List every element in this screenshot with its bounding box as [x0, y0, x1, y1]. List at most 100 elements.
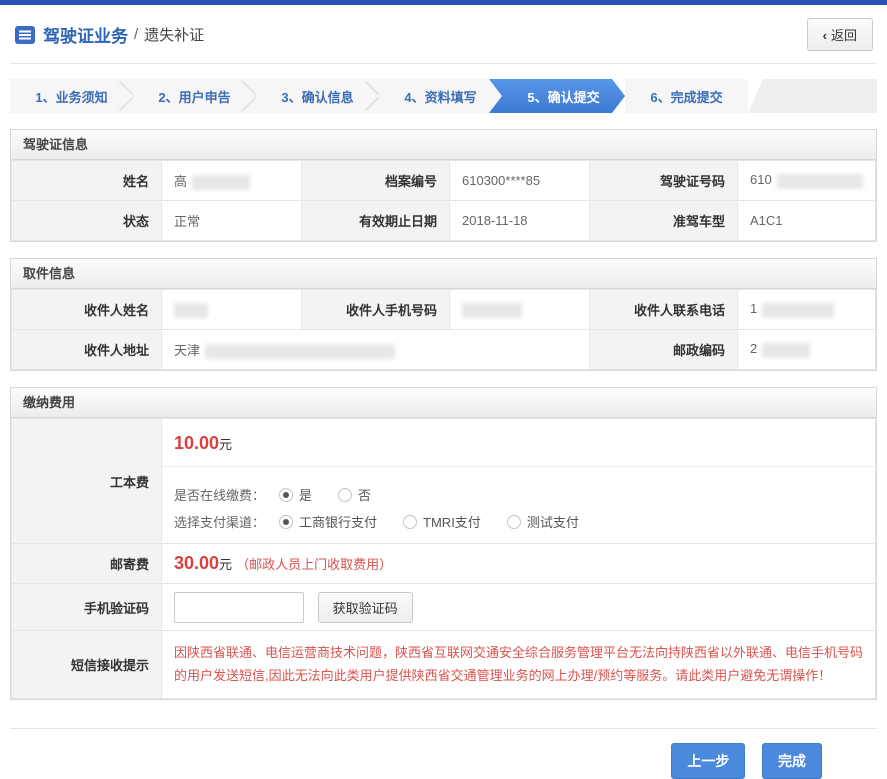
table-row: 收件人地址 天津 邮政编码 2 [12, 330, 876, 370]
previous-step-button[interactable]: 上一步 [671, 743, 745, 779]
field-value-file-number: 610300****85 [450, 161, 590, 201]
postage-fee-note: （邮政人员上门收取费用） [236, 557, 392, 572]
redacted-value [462, 303, 522, 318]
field-label-name: 姓名 [12, 161, 162, 201]
field-value-expiry-date: 2018-11-18 [450, 201, 590, 241]
step-5-confirm-submit[interactable]: 5、确认提交 [489, 79, 625, 113]
section-title: 缴纳费用 [11, 388, 876, 418]
redacted-value [174, 303, 208, 318]
redacted-value [777, 174, 863, 189]
license-info-section: 驾驶证信息 姓名 高 档案编号 610300****85 驾驶证号码 610 状… [10, 129, 877, 242]
license-info-table: 姓名 高 档案编号 610300****85 驾驶证号码 610 状态 正常 有… [11, 160, 876, 241]
page-title: 驾驶证业务 [43, 22, 128, 47]
step-6-complete[interactable]: 6、完成提交 [625, 79, 748, 113]
back-button[interactable]: ‹ 返回 [807, 18, 873, 51]
payment-channel-row: 选择支付渠道： 工商银行支付 TMRI支付 测试支付 [174, 512, 863, 531]
radio-icon[interactable] [338, 488, 352, 502]
field-value-recipient-phone: 1 [738, 290, 876, 330]
step-label: 4、资料填写 [404, 87, 476, 106]
radio-icon[interactable] [507, 515, 521, 529]
finish-button[interactable]: 完成 [762, 743, 822, 779]
field-label-license-number: 驾驶证号码 [590, 161, 738, 201]
step-label: 2、用户申告 [158, 87, 230, 106]
field-label-recipient-address: 收件人地址 [12, 330, 162, 370]
field-value-status: 正常 [162, 201, 302, 241]
field-value-name: 高 [162, 161, 302, 201]
pickup-info-table: 收件人姓名 收件人手机号码 收件人联系电话 1 收件人地址 天津 邮政编码 2 [11, 289, 876, 370]
table-row: 状态 正常 有效期止日期 2018-11-18 准驾车型 A1C1 [12, 201, 876, 241]
field-label-vehicle-class: 准驾车型 [590, 201, 738, 241]
fee-amount: 10.00 [174, 433, 219, 453]
field-label-recipient-mobile: 收件人手机号码 [302, 290, 450, 330]
radio-option-yes[interactable]: 是 [279, 485, 312, 504]
table-row: 工本费 10.00元 是否在线缴费： 是 否 选择支付渠道： 工商银行支付 [12, 419, 876, 544]
section-title: 驾驶证信息 [11, 130, 876, 160]
redacted-value [762, 343, 810, 358]
radio-label: 测试支付 [527, 512, 579, 531]
header-divider [10, 63, 877, 64]
field-label-recipient-name: 收件人姓名 [12, 290, 162, 330]
field-label-sms-code: 手机验证码 [12, 584, 162, 631]
field-value-postage-fee: 30.00元（邮政人员上门收取费用） [162, 544, 876, 584]
radio-option-tmri[interactable]: TMRI支付 [403, 512, 481, 531]
radio-label: TMRI支付 [423, 512, 481, 531]
step-4-fill-data[interactable]: 4、资料填写 [379, 79, 502, 113]
step-label: 6、完成提交 [650, 87, 722, 106]
step-label: 5、确认提交 [527, 87, 599, 106]
radio-option-no[interactable]: 否 [338, 485, 371, 504]
value-text: 610300****85 [462, 173, 540, 188]
breadcrumb-current: 遗失补证 [144, 24, 204, 45]
radio-icon[interactable] [279, 515, 293, 529]
payment-table: 工本费 10.00元 是否在线缴费： 是 否 选择支付渠道： 工商银行支付 [11, 418, 876, 699]
redacted-value [192, 175, 250, 190]
radio-icon[interactable] [279, 488, 293, 502]
footer-actions: 上一步 完成 [10, 728, 877, 779]
radio-icon[interactable] [403, 515, 417, 529]
get-sms-code-button[interactable]: 获取验证码 [318, 592, 413, 623]
back-button-label: 返回 [831, 28, 857, 43]
fee-unit: 元 [219, 437, 232, 452]
step-1-notice[interactable]: 1、业务须知 [10, 79, 133, 113]
step-wizard: 1、业务须知 2、用户申告 3、确认信息 4、资料填写 5、确认提交 6、完成提… [10, 79, 877, 113]
value-text: 正常 [174, 214, 200, 229]
field-value-postal-code: 2 [738, 330, 876, 370]
list-icon [14, 25, 36, 45]
field-value-recipient-address: 天津 [162, 330, 590, 370]
field-label-expiry-date: 有效期止日期 [302, 201, 450, 241]
breadcrumb-separator: / [134, 26, 138, 43]
pickup-info-section: 取件信息 收件人姓名 收件人手机号码 收件人联系电话 1 收件人地址 天津 邮政… [10, 258, 877, 371]
production-fee-amount: 10.00元 [162, 419, 875, 467]
table-row: 短信接收提示 因陕西省联通、电信运营商技术问题，陕西省互联网交通安全综合服务管理… [12, 631, 876, 699]
table-row: 邮寄费 30.00元（邮政人员上门收取费用） [12, 544, 876, 584]
chevron-left-icon: ‹ [823, 28, 827, 43]
payment-options: 是否在线缴费： 是 否 选择支付渠道： 工商银行支付 TMRI支付 测试支付 [162, 467, 875, 543]
sms-code-input[interactable] [174, 592, 304, 623]
table-row: 收件人姓名 收件人手机号码 收件人联系电话 1 [12, 290, 876, 330]
radio-option-icbc[interactable]: 工商银行支付 [279, 512, 377, 531]
field-value-production-fee: 10.00元 是否在线缴费： 是 否 选择支付渠道： 工商银行支付 TMRI支付 [162, 419, 876, 544]
field-value-sms-notice: 因陕西省联通、电信运营商技术问题，陕西省互联网交通安全综合服务管理平台无法向持陕… [162, 631, 876, 699]
step-label: 1、业务须知 [35, 87, 107, 106]
field-label-sms-notice: 短信接收提示 [12, 631, 162, 699]
field-label-postage-fee: 邮寄费 [12, 544, 162, 584]
online-payment-question: 是否在线缴费： [174, 485, 265, 504]
field-label-postal-code: 邮政编码 [590, 330, 738, 370]
field-label-production-fee: 工本费 [12, 419, 162, 544]
value-text: 天津 [174, 343, 200, 358]
radio-label: 工商银行支付 [299, 512, 377, 531]
radio-label: 是 [299, 485, 312, 504]
step-3-confirm-info[interactable]: 3、确认信息 [256, 79, 379, 113]
radio-option-test[interactable]: 测试支付 [507, 512, 579, 531]
field-label-status: 状态 [12, 201, 162, 241]
field-value-sms-code: 获取验证码 [162, 584, 876, 631]
radio-label: 否 [358, 485, 371, 504]
online-payment-row: 是否在线缴费： 是 否 [174, 485, 863, 504]
step-label: 3、确认信息 [281, 87, 353, 106]
page: 驾驶证业务 / 遗失补证 ‹ 返回 1、业务须知 2、用户申告 3、确认信息 4、… [0, 5, 887, 779]
payment-channel-question: 选择支付渠道： [174, 512, 265, 531]
field-value-recipient-name [162, 290, 302, 330]
step-2-declare[interactable]: 2、用户申告 [133, 79, 256, 113]
field-label-recipient-phone: 收件人联系电话 [590, 290, 738, 330]
payment-section: 缴纳费用 工本费 10.00元 是否在线缴费： 是 否 [10, 387, 877, 700]
table-row: 姓名 高 档案编号 610300****85 驾驶证号码 610 [12, 161, 876, 201]
